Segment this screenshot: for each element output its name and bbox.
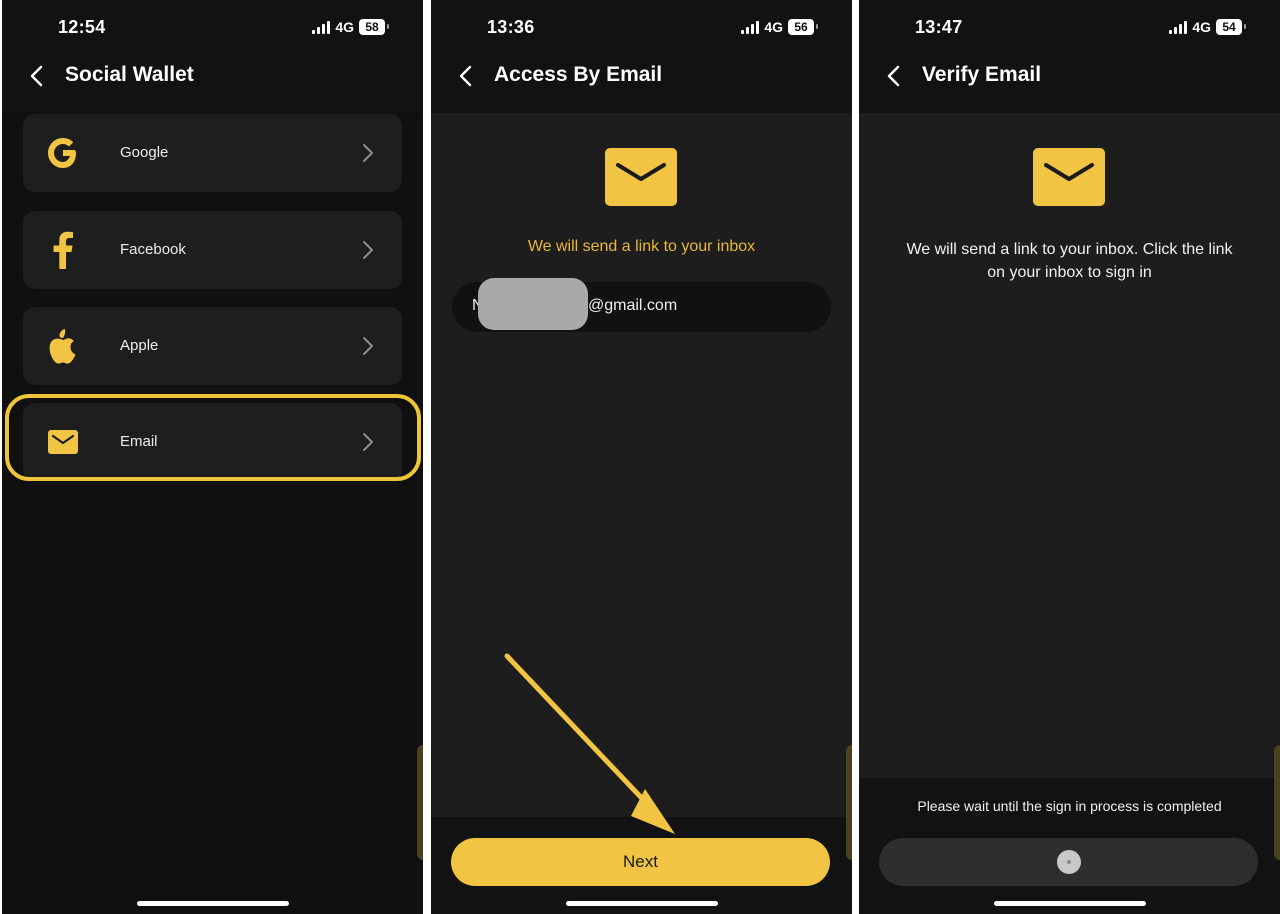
option-label: Google	[120, 144, 169, 161]
mail-icon	[1033, 148, 1105, 206]
network-label: 4G	[1192, 19, 1211, 35]
next-button[interactable]: Next	[451, 838, 830, 886]
home-indicator	[137, 901, 289, 906]
social-wallet-screen: 12:54 4G 58 Social Wallet Google Faceboo…	[2, 0, 423, 914]
email-suffix: @gmail.com	[588, 297, 678, 314]
status-bar: 4G 56	[741, 19, 818, 35]
signal-icon	[1169, 20, 1188, 34]
page-title: Verify Email	[922, 63, 1042, 86]
side-peek	[1274, 745, 1280, 860]
google-icon	[43, 133, 83, 173]
access-by-email-screen: 13:36 4G 56 Access By Email We will send…	[431, 0, 852, 914]
network-label: 4G	[764, 19, 783, 35]
battery-icon: 56	[788, 19, 818, 35]
spinner-icon	[1056, 850, 1081, 874]
status-time: 13:36	[487, 17, 535, 37]
side-peek	[417, 745, 423, 860]
status-bar: 4G 58	[312, 19, 389, 35]
mail-icon	[605, 148, 677, 206]
hint-text: We will send a link to your inbox	[527, 238, 756, 255]
annotation-arrow	[504, 653, 675, 834]
back-icon[interactable]	[455, 64, 479, 88]
home-indicator	[994, 901, 1146, 906]
option-label: Apple	[120, 337, 159, 354]
back-icon[interactable]	[883, 64, 907, 88]
page-title: Access By Email	[494, 63, 663, 86]
status-bar: 4G 54	[1169, 19, 1246, 35]
wait-text: Please wait until the sign in process is…	[917, 798, 1222, 814]
redaction-blur	[478, 278, 588, 330]
signal-icon	[312, 20, 331, 34]
back-icon[interactable]	[26, 64, 50, 88]
status-time: 12:54	[58, 17, 106, 37]
facebook-icon	[43, 230, 83, 270]
home-indicator	[566, 901, 718, 906]
signal-icon	[741, 20, 760, 34]
status-time: 13:47	[915, 17, 963, 37]
verify-message: We will send a link to your inbox. Click…	[906, 241, 1233, 281]
email-field[interactable]: N @gmail.com	[452, 278, 831, 332]
apple-icon	[43, 326, 83, 366]
page-title: Social Wallet	[65, 63, 194, 86]
battery-icon: 54	[1216, 19, 1246, 35]
loading-button	[879, 838, 1258, 886]
option-label: Facebook	[120, 241, 186, 258]
battery-icon: 58	[359, 19, 389, 35]
verify-email-screen: 13:47 4G 54 Verify Email We will send a …	[859, 0, 1280, 914]
side-peek	[846, 745, 852, 860]
google-option[interactable]: Google	[23, 114, 402, 192]
network-label: 4G	[335, 19, 354, 35]
facebook-option[interactable]: Facebook	[23, 211, 402, 289]
chevron-right-icon	[363, 337, 373, 355]
highlight-outline	[5, 394, 421, 481]
apple-option[interactable]: Apple	[23, 307, 402, 385]
chevron-right-icon	[363, 241, 373, 259]
chevron-right-icon	[363, 144, 373, 162]
